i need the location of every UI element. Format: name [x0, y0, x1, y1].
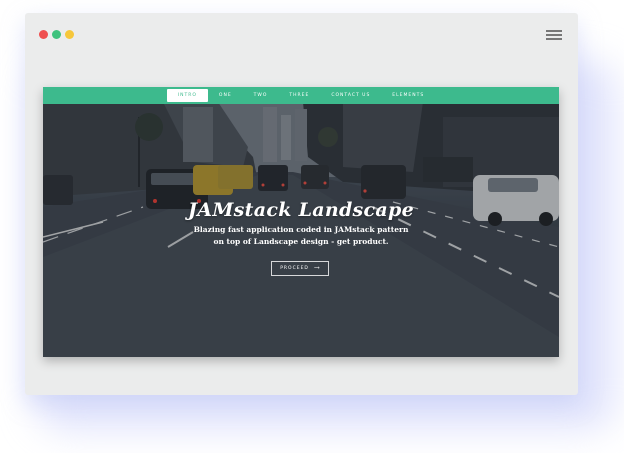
- hamburger-menu-icon[interactable]: [546, 28, 562, 40]
- proceed-button[interactable]: Proceed →: [271, 261, 329, 276]
- close-dot[interactable]: [39, 30, 48, 39]
- top-navigation: Intro One Two Three Contact Us Elements: [43, 87, 559, 104]
- browser-window: Intro One Two Three Contact Us Elements …: [25, 13, 578, 395]
- hero-section: [43, 87, 559, 357]
- city-street-photo: [43, 87, 559, 357]
- nav-item-intro[interactable]: Intro: [166, 89, 208, 102]
- proceed-label: Proceed: [280, 266, 309, 271]
- maximize-dot[interactable]: [52, 30, 61, 39]
- nav-item-two[interactable]: Two: [243, 89, 279, 102]
- minimize-dot[interactable]: [65, 30, 74, 39]
- arrow-right-icon: →: [313, 264, 320, 272]
- hero-tagline: Blazing fast application coded in JAMsta…: [193, 225, 409, 246]
- nav-item-one[interactable]: One: [208, 89, 243, 102]
- website-preview: Intro One Two Three Contact Us Elements …: [43, 87, 559, 357]
- nav-item-contact-us[interactable]: Contact Us: [320, 89, 381, 102]
- hero-title: JAMstack Landscape: [187, 199, 414, 221]
- nav-item-three[interactable]: Three: [278, 89, 320, 102]
- nav-item-elements[interactable]: Elements: [381, 89, 435, 102]
